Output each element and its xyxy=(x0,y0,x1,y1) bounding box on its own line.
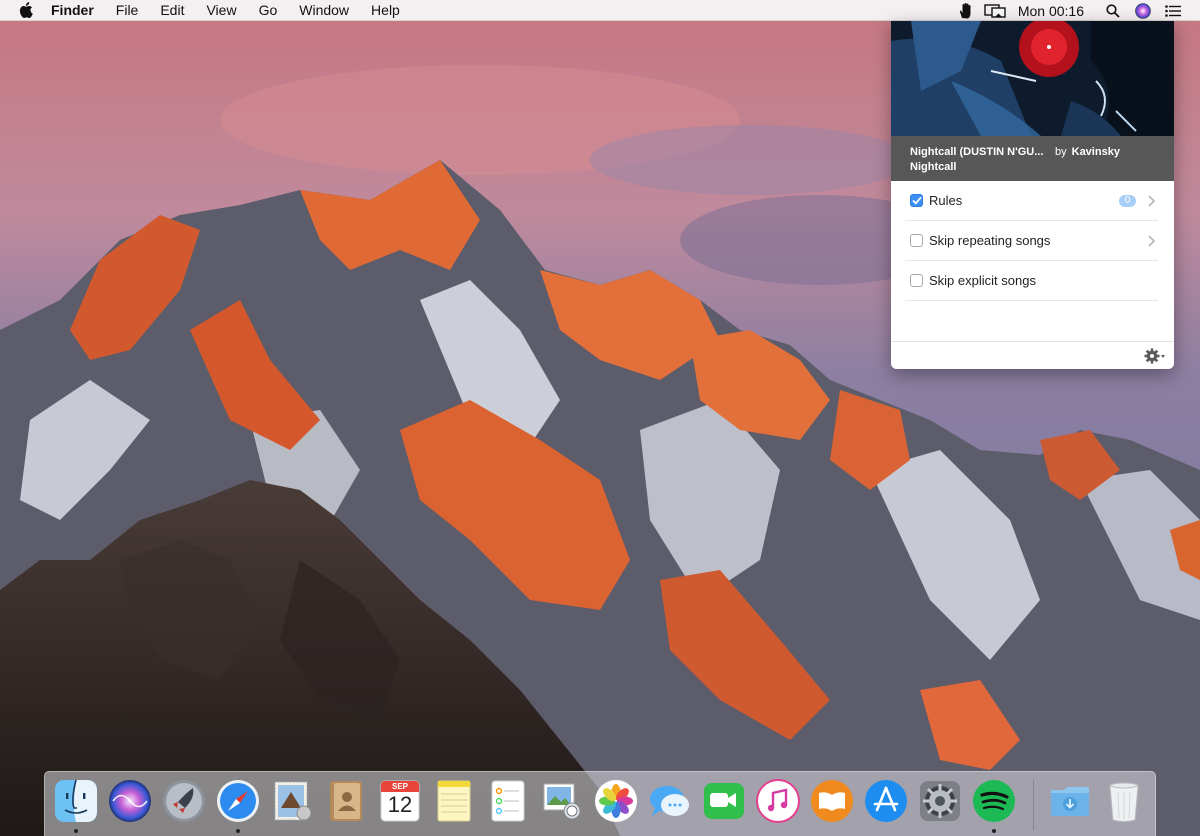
airplay-display-icon[interactable] xyxy=(984,0,1006,21)
skip-explicit-checkbox[interactable] xyxy=(910,274,923,287)
chevron-right-icon[interactable] xyxy=(1146,194,1156,208)
dock-finder[interactable] xyxy=(53,778,99,824)
options-list: Rules 0 Skip repeating songs Skip explic… xyxy=(891,181,1174,301)
dock-mail[interactable] xyxy=(269,778,315,824)
dock-ibooks[interactable] xyxy=(809,778,855,824)
messages-bubble-icon xyxy=(650,786,689,816)
menu-file[interactable]: File xyxy=(116,0,139,21)
menu-bar: Finder File Edit View Go Window Help Mon… xyxy=(0,0,1200,21)
launchpad-rocket-icon xyxy=(163,780,205,822)
spotify-icon xyxy=(973,780,1015,822)
chevron-right-icon[interactable] xyxy=(1146,234,1156,248)
hand-icon[interactable] xyxy=(954,0,976,21)
rules-label: Rules xyxy=(929,193,963,208)
running-indicator xyxy=(236,829,240,833)
rules-checkbox[interactable] xyxy=(910,194,923,207)
facetime-camera-icon xyxy=(704,783,744,819)
running-indicator xyxy=(992,829,996,833)
gear-settings-icon[interactable] xyxy=(1144,347,1166,365)
status-area: Mon 00:16 xyxy=(946,0,1200,21)
track-title: Nightcall (DUSTIN N'GU... xyxy=(910,146,1044,158)
track-artist: Kavinsky xyxy=(1071,146,1120,158)
contacts-book-icon xyxy=(330,781,362,821)
checkmark-icon xyxy=(911,196,922,205)
downloads-folder-icon xyxy=(1051,787,1089,816)
dock-photos[interactable] xyxy=(593,778,639,824)
option-rules[interactable]: Rules 0 xyxy=(905,181,1158,221)
music-popover-panel: Nightcall (DUSTIN N'GU... by Kavinsky Ni… xyxy=(891,21,1174,369)
reminders-list-icon xyxy=(491,780,525,822)
by-label: by xyxy=(1055,146,1067,158)
apple-menu-icon[interactable] xyxy=(17,1,35,19)
menu-window[interactable]: Window xyxy=(299,0,349,21)
app-store-icon xyxy=(865,780,907,822)
dock-contacts[interactable] xyxy=(323,778,369,824)
dock-system-preferences[interactable] xyxy=(917,778,963,824)
menu-help[interactable]: Help xyxy=(371,0,400,21)
trash-can-icon xyxy=(1109,782,1139,822)
now-playing-bar: Nightcall (DUSTIN N'GU... by Kavinsky Ni… xyxy=(891,136,1174,181)
notes-pad-icon xyxy=(437,780,471,822)
dock-facetime[interactable] xyxy=(701,778,747,824)
calendar-month-label: SEP xyxy=(391,782,408,791)
dock-safari[interactable] xyxy=(215,778,261,824)
skip-repeating-checkbox[interactable] xyxy=(910,234,923,247)
menu-finder[interactable]: Finder xyxy=(51,0,94,21)
rules-count-badge: 0 xyxy=(1119,195,1136,207)
dock-downloads-folder[interactable] xyxy=(1047,778,1093,824)
dock-launchpad[interactable] xyxy=(161,778,207,824)
menu-clock[interactable]: Mon 00:16 xyxy=(1018,3,1084,19)
panel-footer xyxy=(891,341,1174,369)
siri-icon xyxy=(109,780,151,822)
dock: SEP 12 xyxy=(44,771,1156,836)
dock-notes[interactable] xyxy=(431,778,477,824)
spotlight-search-icon[interactable] xyxy=(1102,0,1124,21)
gear-icon xyxy=(920,781,960,821)
track-album: Nightcall xyxy=(910,161,957,173)
dock-trash[interactable] xyxy=(1101,778,1147,824)
dock-spotify[interactable] xyxy=(971,778,1017,824)
calendar-day-label: 12 xyxy=(387,792,413,817)
safari-compass-icon xyxy=(217,780,259,822)
dock-itunes[interactable] xyxy=(755,778,801,824)
menu-go[interactable]: Go xyxy=(259,0,278,21)
dock-siri[interactable] xyxy=(107,778,153,824)
photos-flower-icon xyxy=(595,780,637,822)
menu-edit[interactable]: Edit xyxy=(160,0,184,21)
option-skip-explicit[interactable]: Skip explicit songs xyxy=(905,261,1158,301)
running-indicator xyxy=(74,829,78,833)
preview-photos-icon xyxy=(543,783,581,820)
dock-messages[interactable] xyxy=(647,778,693,824)
ibooks-book-icon xyxy=(811,780,853,822)
notification-center-icon[interactable] xyxy=(1162,0,1184,21)
skip-repeating-label: Skip repeating songs xyxy=(929,233,1051,248)
siri-icon[interactable] xyxy=(1132,0,1154,21)
dock-preview[interactable] xyxy=(539,778,585,824)
menu-view[interactable]: View xyxy=(206,0,236,21)
album-artwork xyxy=(891,21,1174,136)
option-skip-repeating[interactable]: Skip repeating songs xyxy=(905,221,1158,261)
itunes-music-note-icon xyxy=(756,779,800,823)
dock-app-store[interactable] xyxy=(863,778,909,824)
skip-explicit-label: Skip explicit songs xyxy=(929,273,1036,288)
finder-icon xyxy=(55,779,97,822)
mail-stamp-icon xyxy=(274,781,312,821)
dock-reminders[interactable] xyxy=(485,778,531,824)
dock-separator xyxy=(1033,780,1034,830)
